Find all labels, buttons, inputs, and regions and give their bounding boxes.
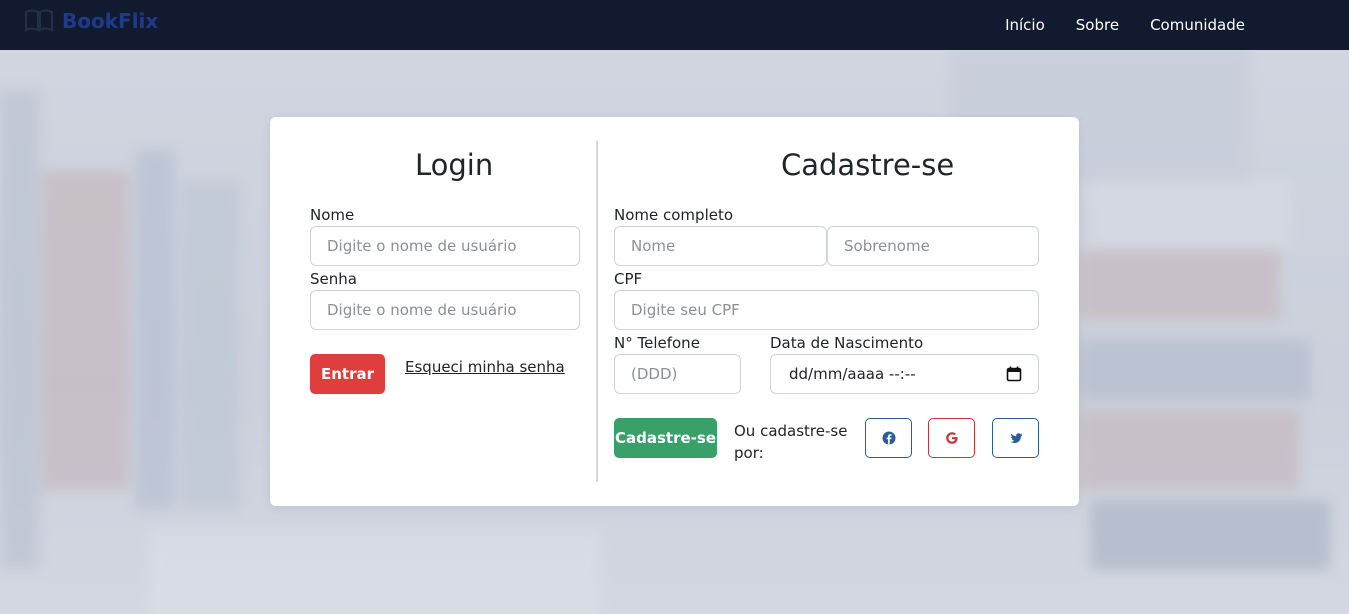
nav-links: Início Sobre Comunidade — [1005, 0, 1245, 50]
facebook-button[interactable] — [865, 418, 912, 458]
phone-input[interactable] — [614, 354, 741, 394]
section-divider — [596, 141, 598, 482]
nav-item-sobre[interactable]: Sobre — [1076, 16, 1119, 34]
book-icon — [25, 9, 53, 32]
last-name-input[interactable] — [827, 226, 1039, 266]
brand[interactable]: BookFlix — [24, 8, 158, 34]
google-button[interactable] — [928, 418, 975, 458]
password-input[interactable] — [310, 290, 580, 330]
nav-item-comunidade[interactable]: Comunidade — [1150, 16, 1245, 34]
register-title: Cadastre-se — [781, 148, 955, 182]
fullname-label: Nome completo — [614, 206, 734, 224]
register-button[interactable]: Cadastre-se — [614, 418, 717, 458]
twitter-button[interactable] — [992, 418, 1039, 458]
birthdate-label: Data de Nascimento — [770, 334, 924, 352]
forgot-password-link[interactable]: Esqueci minha senha — [405, 358, 565, 376]
calendar-icon[interactable] — [1006, 366, 1022, 382]
brand-name: BookFlix — [62, 9, 159, 33]
navbar: BookFlix Início Sobre Comunidade — [0, 0, 1349, 50]
username-label: Nome — [310, 206, 355, 224]
google-icon — [945, 432, 958, 444]
twitter-icon — [1010, 433, 1022, 443]
social-signup-text: Ou cadastre-se por: — [734, 422, 848, 462]
nav-item-inicio[interactable]: Início — [1005, 16, 1045, 34]
cpf-label: CPF — [614, 270, 643, 288]
auth-card: Login Nome Senha Entrar Esqueci minha se… — [270, 117, 1079, 506]
phone-label: N° Telefone — [614, 334, 700, 352]
username-input[interactable] — [310, 226, 580, 266]
facebook-icon — [882, 431, 895, 445]
birthdate-value: dd/mm/aaaa --:-- — [789, 365, 916, 383]
password-label: Senha — [310, 270, 357, 288]
login-title: Login — [415, 148, 494, 182]
first-name-input[interactable] — [614, 226, 827, 266]
birthdate-input[interactable]: dd/mm/aaaa --:-- — [770, 354, 1039, 394]
cpf-input[interactable] — [614, 290, 1039, 330]
login-button[interactable]: Entrar — [310, 354, 385, 394]
